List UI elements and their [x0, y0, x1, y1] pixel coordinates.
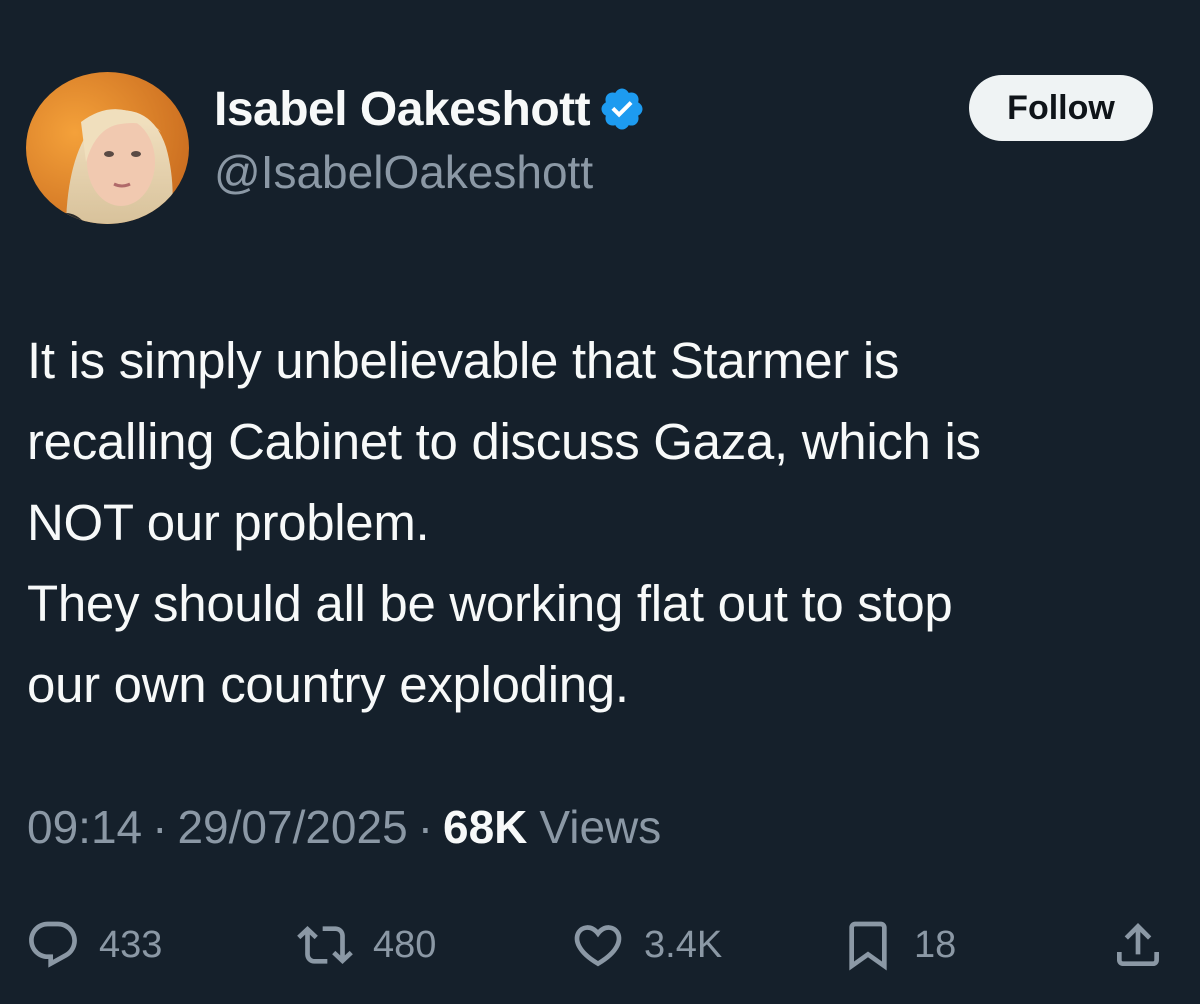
tweet-text-line: recalling Cabinet to discuss Gaza, which…	[27, 413, 981, 470]
verified-badge-icon[interactable]	[598, 85, 646, 133]
meta-separator: ·	[152, 801, 168, 853]
share-icon	[1110, 917, 1166, 973]
tweet-text-line: NOT our problem.	[27, 494, 430, 551]
tweet-text-line: They should all be working flat out to s…	[27, 575, 953, 632]
tweet: Isabel Oakeshott @IsabelOakeshott Follow…	[0, 0, 1200, 1004]
meta-separator: ·	[417, 801, 434, 853]
display-name[interactable]: Isabel Oakeshott	[214, 82, 591, 137]
bookmark-icon	[840, 917, 896, 973]
tweet-meta: 09:14 · 29/07/2025 · 68K Views	[27, 800, 661, 854]
views-count: 68K	[443, 801, 528, 853]
repost-button[interactable]: 480	[295, 915, 436, 975]
avatar[interactable]	[26, 72, 189, 224]
bookmark-count: 18	[914, 923, 957, 966]
bookmark-button[interactable]: 18	[840, 915, 956, 975]
share-button[interactable]	[1110, 915, 1166, 975]
follow-button[interactable]: Follow	[969, 75, 1153, 141]
reply-button[interactable]: 433	[25, 915, 162, 975]
like-count: 3.4K	[644, 923, 723, 966]
repost-icon	[295, 917, 355, 973]
tweet-text: It is simply unbelievable that Starmer i…	[27, 320, 1187, 725]
tweet-text-line: our own country exploding.	[27, 656, 629, 713]
heart-icon	[570, 917, 626, 973]
author-name-row: Isabel Oakeshott	[214, 78, 646, 140]
views-label: Views	[539, 801, 662, 853]
author-handle[interactable]: @IsabelOakeshott	[214, 145, 593, 199]
like-button[interactable]: 3.4K	[570, 915, 722, 975]
tweet-text-line: It is simply unbelievable that Starmer i…	[27, 332, 900, 389]
repost-count: 480	[373, 923, 437, 966]
tweet-time[interactable]: 09:14	[27, 800, 142, 854]
tweet-date[interactable]: 29/07/2025	[177, 800, 407, 854]
reply-count: 433	[99, 923, 163, 966]
action-bar: 433 480 3.4K 18	[0, 915, 1200, 975]
reply-icon	[25, 917, 81, 973]
